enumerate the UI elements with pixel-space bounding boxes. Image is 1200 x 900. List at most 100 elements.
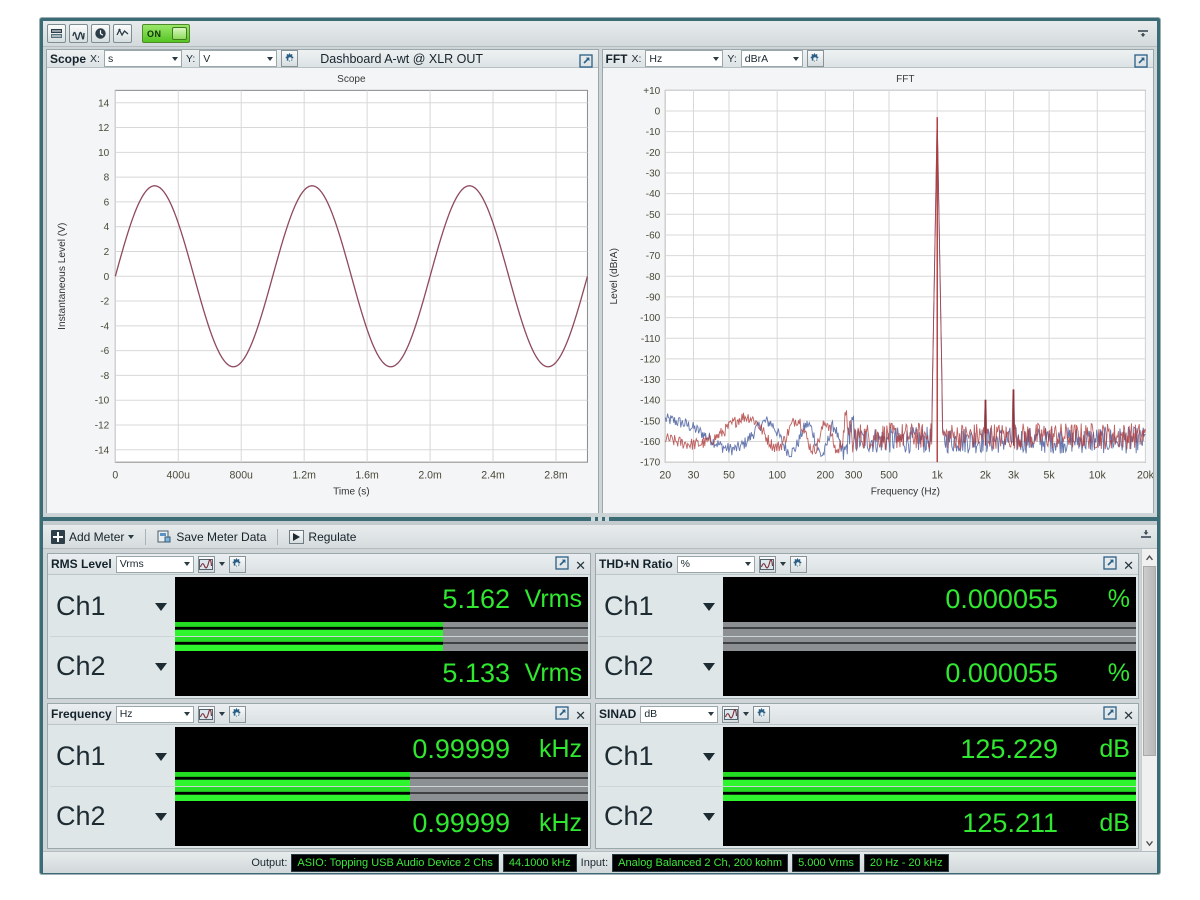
signal-path-icon[interactable] [47,24,66,43]
chevron-down-icon [744,562,751,566]
channel-selector[interactable]: Ch1 [50,577,175,636]
meter-graph-icon[interactable] [197,705,215,723]
scrollbar-thumb[interactable] [1143,566,1156,756]
scope-settings-button[interactable] [281,50,299,67]
chevron-down-icon[interactable] [703,662,715,671]
input-device-chip[interactable]: Analog Balanced 2 Ch, 200 kohm [612,853,789,872]
chevron-down-icon[interactable] [703,752,715,761]
scope-chart[interactable]: Scope 14 12 10 8 6 4 2 0 -2 -4 -6 -8 -10 -12 -14 0 400u 80… [47,68,598,515]
svg-text:2: 2 [104,247,110,258]
meter-unit-select[interactable]: dB [640,705,719,723]
value-number: 5.162 [442,584,510,614]
chevron-down-icon[interactable] [779,562,786,566]
channel-selector[interactable]: Ch1 [598,577,723,636]
fft-x-unit-select[interactable]: Hz [645,50,724,67]
toolbar-divider [277,528,279,545]
channel-selector[interactable]: Ch2 [50,787,175,846]
chevron-down-icon [713,56,720,61]
output-rate-chip[interactable]: 44.1000 kHz [502,853,577,872]
chevron-down-icon[interactable] [155,812,167,821]
chevron-down-icon[interactable] [703,812,715,821]
panel-splitter[interactable] [43,513,1157,525]
scope-popout-icon[interactable] [578,53,594,69]
level-bar [723,622,1136,636]
meter-settings-button[interactable] [228,555,246,573]
channel-selector[interactable]: Ch2 [50,637,175,696]
chevron-down-icon[interactable] [218,712,225,716]
close-icon[interactable]: ✕ [575,559,586,572]
scope-title: Scope [50,51,87,66]
channel-selector[interactable]: Ch1 [50,727,175,786]
level-bar-fill [175,787,411,801]
fft-y-unit-select[interactable]: dBrA [740,50,803,67]
meter-unit-select[interactable]: Vrms [115,555,194,573]
meter-unit-select[interactable]: % [676,555,755,573]
svg-text:-120: -120 [640,354,660,365]
output-device-chip[interactable]: ASIO: Topping USB Audio Device 2 Chs [291,853,499,872]
channel-readout: 0.99999 kHz [175,727,588,786]
value-unit: kHz [538,809,582,837]
toggle-knob [172,27,187,40]
svg-text:20k: 20k [1136,469,1153,481]
meter-collapse-pin-icon[interactable] [1139,527,1153,546]
close-icon[interactable]: ✕ [575,709,586,722]
meter-settings-button[interactable] [789,555,807,573]
meter-popout-icon[interactable] [1103,556,1117,575]
fft-settings-button[interactable] [806,50,824,67]
svg-text:12: 12 [98,123,110,134]
meter-popout-icon[interactable] [1103,706,1117,725]
collapse-pin-icon[interactable] [1132,23,1154,44]
fft-chart[interactable]: FFT +10 0 -10 -20 -30 -40 -50 -60 -70 -80 -90 -100 -1… [602,68,1154,515]
input-bandwidth-chip[interactable]: 20 Hz - 20 kHz [863,853,949,872]
value-display: 0.000055% [723,577,1136,622]
chevron-down-icon[interactable] [743,712,750,716]
meter-popout-icon[interactable] [555,706,569,725]
chevron-down-icon[interactable] [155,662,167,671]
channel-selector[interactable]: Ch2 [598,787,723,846]
fft-popout-icon[interactable] [1133,53,1149,69]
meter-graph-icon[interactable] [722,705,740,723]
chevron-down-icon[interactable] [218,562,225,566]
close-icon[interactable]: ✕ [1123,709,1134,722]
meter-channel-row: Ch1 0.99999 kHz [50,727,588,786]
waveform-icon[interactable] [69,24,88,43]
generator-on-label: ON [147,28,162,39]
channel-readout: 125.211 dB [723,787,1136,846]
generator-on-toggle[interactable]: ON [142,24,190,43]
meter-popout-icon[interactable] [555,556,569,575]
level-bar [175,622,588,636]
svg-text:-4: -4 [100,321,109,332]
regulate-button[interactable]: Regulate [286,529,359,545]
channel-readout: 0.000055% [723,577,1136,636]
svg-text:5k: 5k [1043,469,1055,481]
input-range-chip[interactable]: 5.000 Vrms [792,853,860,872]
value-display: 0.99999 kHz [175,801,588,846]
close-icon[interactable]: ✕ [1123,559,1134,572]
channel-selector[interactable]: Ch2 [598,637,723,696]
add-meter-button[interactable]: Add Meter [48,529,137,545]
scroll-up-button[interactable] [1142,549,1158,565]
meter-settings-button[interactable] [753,705,771,723]
meters-scrollbar[interactable] [1141,549,1157,851]
scope-y-unit-select[interactable]: V [199,50,278,67]
svg-text:-50: -50 [645,210,660,221]
scroll-down-button[interactable] [1142,835,1158,851]
value-unit: dB [1099,809,1130,837]
scope-x-unit-select[interactable]: s [103,50,182,67]
meter-graph-icon[interactable] [758,555,776,573]
meter-actions: ✕ [1103,706,1134,725]
save-meter-data-button[interactable]: Save Meter Data [154,529,269,545]
svg-text:4: 4 [104,222,110,233]
chevron-down-icon[interactable] [703,602,715,611]
sweep-icon[interactable] [113,24,132,43]
clock-icon[interactable] [91,24,110,43]
meter-graph-icon[interactable] [197,555,215,573]
channel-selector[interactable]: Ch1 [598,727,723,786]
chevron-down-icon[interactable] [155,752,167,761]
channel-readout: 0.99999 kHz [175,787,588,846]
svg-text:-60: -60 [645,230,660,241]
meter-settings-button[interactable] [228,705,246,723]
meter-unit-select[interactable]: Hz [115,705,194,723]
chevron-down-icon[interactable] [155,602,167,611]
graph-area: Scope X: s Y: V Dashboard A-wt @ XLR OUT [43,47,1157,515]
